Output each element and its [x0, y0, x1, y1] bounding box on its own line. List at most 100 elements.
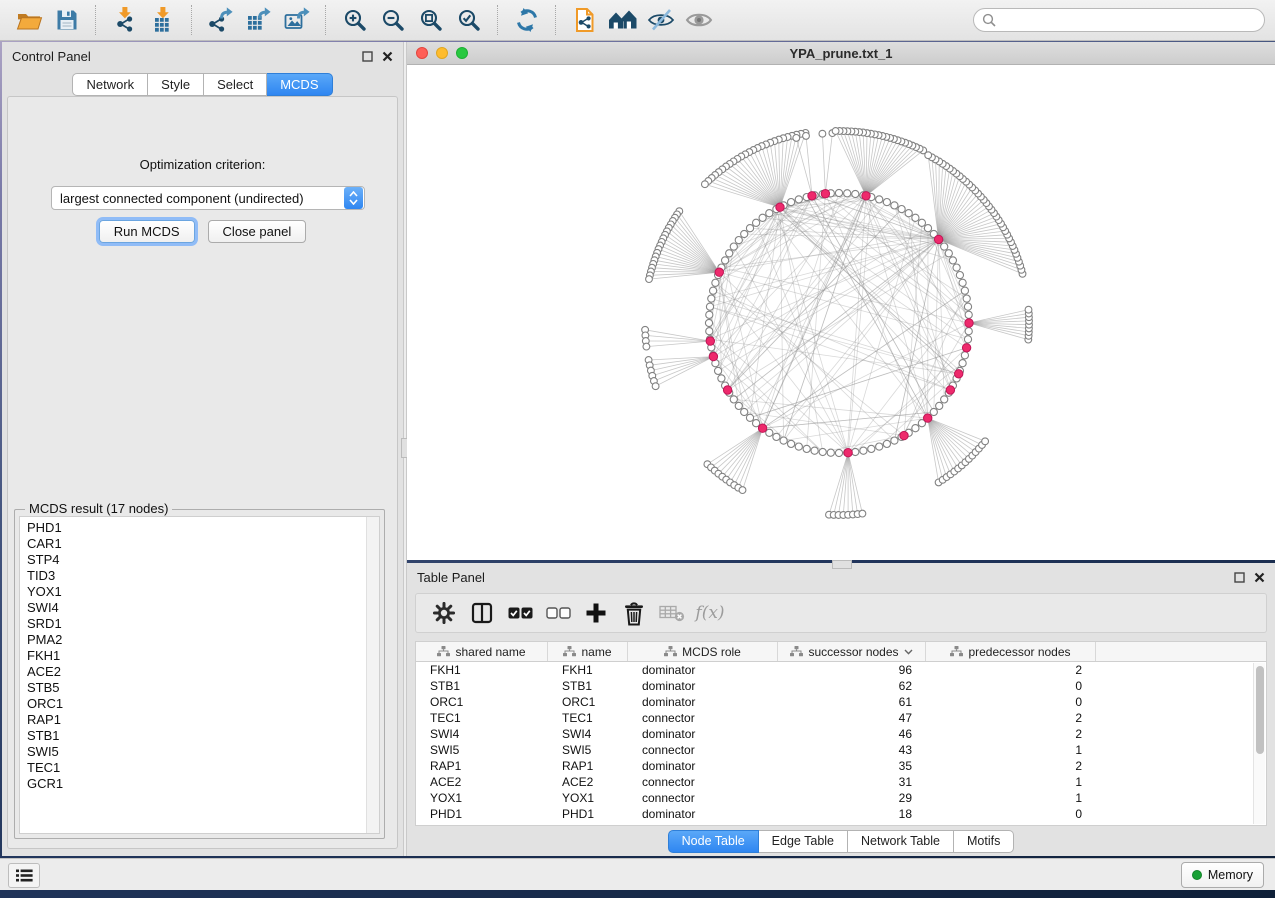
table-cell: 2 — [926, 710, 1096, 726]
table-settings-button[interactable] — [428, 598, 460, 628]
add-column-button[interactable] — [580, 598, 612, 628]
tab-mcds[interactable]: MCDS — [267, 73, 332, 96]
main-toolbar — [0, 0, 1275, 41]
column-header-name[interactable]: name — [548, 642, 628, 661]
delete-table-button[interactable] — [656, 598, 688, 628]
optimization-criterion-select[interactable]: largest connected component (undirected) — [51, 186, 365, 210]
table-cell: connector — [628, 710, 778, 726]
mcds-result-item[interactable]: FKH1 — [20, 648, 379, 664]
table-cell: 35 — [778, 758, 926, 774]
export-network-button[interactable] — [204, 4, 238, 36]
table-row[interactable]: STB1STB1dominator620 — [416, 678, 1266, 694]
network-canvas[interactable] — [407, 65, 1275, 560]
close-icon[interactable] — [379, 48, 395, 64]
table-toolbar: f(x) — [415, 593, 1267, 633]
zoom-fit-button[interactable] — [414, 4, 448, 36]
table-cell: 43 — [778, 742, 926, 758]
close-panel-button[interactable]: Close panel — [208, 220, 307, 243]
table-scrollbar[interactable] — [1253, 663, 1265, 824]
table-row[interactable]: RAP1RAP1dominator352 — [416, 758, 1266, 774]
open-button[interactable] — [12, 4, 46, 36]
export-image-button[interactable] — [280, 4, 314, 36]
function-builder-button[interactable]: f(x) — [694, 598, 726, 628]
import-network-button[interactable] — [108, 4, 142, 36]
column-header-predecessor-nodes[interactable]: predecessor nodes — [926, 642, 1096, 661]
table-row[interactable]: ORC1ORC1dominator610 — [416, 694, 1266, 710]
table-row[interactable]: SWI4SWI4dominator462 — [416, 726, 1266, 742]
export-table-button[interactable] — [242, 4, 276, 36]
tab-network-table[interactable]: Network Table — [848, 830, 954, 853]
mcds-list-scrollbar[interactable] — [366, 517, 379, 833]
mcds-result-item[interactable]: GCR1 — [20, 776, 379, 792]
tab-edge-table[interactable]: Edge Table — [759, 830, 848, 853]
tab-select[interactable]: Select — [204, 73, 267, 96]
tab-node-table[interactable]: Node Table — [668, 830, 759, 853]
search-input[interactable] — [1001, 12, 1256, 28]
ndex-document-button[interactable] — [568, 4, 602, 36]
mcds-result-item[interactable]: SWI4 — [20, 600, 379, 616]
delete-column-button[interactable] — [618, 598, 650, 628]
zoom-out-button[interactable] — [376, 4, 410, 36]
deselect-all-button[interactable] — [542, 598, 574, 628]
mcds-result-item[interactable]: ACE2 — [20, 664, 379, 680]
mcds-result-item[interactable]: SWI5 — [20, 744, 379, 760]
table-row[interactable]: FKH1FKH1dominator962 — [416, 662, 1266, 678]
mcds-result-item[interactable]: TEC1 — [20, 760, 379, 776]
mcds-result-item[interactable]: STP4 — [20, 552, 379, 568]
tab-style[interactable]: Style — [148, 73, 204, 96]
import-table-button[interactable] — [146, 4, 180, 36]
split-panel-button[interactable] — [466, 598, 498, 628]
task-history-button[interactable] — [8, 863, 40, 888]
save-button[interactable] — [50, 4, 84, 36]
table-row[interactable]: TEC1TEC1connector472 — [416, 710, 1266, 726]
search-box[interactable] — [973, 8, 1265, 32]
list-icon — [16, 869, 33, 882]
zoom-in-button[interactable] — [338, 4, 372, 36]
tab-network[interactable]: Network — [72, 73, 148, 96]
table-panel-title: Table Panel — [417, 570, 1227, 585]
mcds-result-item[interactable]: ORC1 — [20, 696, 379, 712]
mcds-result-item[interactable]: PHD1 — [20, 520, 379, 536]
column-header-successor-nodes[interactable]: successor nodes — [778, 642, 926, 661]
table-cell: 0 — [926, 678, 1096, 694]
mcds-result-item[interactable]: STB1 — [20, 728, 379, 744]
float-window-icon[interactable] — [359, 48, 375, 64]
memory-button[interactable]: Memory — [1181, 862, 1264, 888]
mcds-result-list[interactable]: PHD1CAR1STP4TID3YOX1SWI4SRD1PMA2FKH1ACE2… — [19, 516, 380, 834]
table-cell: connector — [628, 790, 778, 806]
apply-layout-button[interactable] — [510, 4, 544, 36]
close-icon[interactable] — [1251, 569, 1267, 585]
mcds-result-item[interactable]: SRD1 — [20, 616, 379, 632]
table-cell: dominator — [628, 662, 778, 678]
table-cell: TEC1 — [548, 710, 628, 726]
column-header-shared-name[interactable]: shared name — [416, 642, 548, 661]
mcds-result-item[interactable]: CAR1 — [20, 536, 379, 552]
table-cell: SWI4 — [416, 726, 548, 742]
column-header-MCDS-role[interactable]: MCDS role — [628, 642, 778, 661]
mcds-result-item[interactable]: STB5 — [20, 680, 379, 696]
table-header-row: shared namenameMCDS rolesuccessor nodesp… — [416, 642, 1266, 662]
float-window-icon[interactable] — [1231, 569, 1247, 585]
run-mcds-button[interactable]: Run MCDS — [99, 220, 195, 243]
mcds-panel: Optimization criterion: largest connecte… — [7, 96, 398, 849]
zoom-selected-button[interactable] — [452, 4, 486, 36]
ndex-home-button[interactable] — [606, 4, 640, 36]
table-row[interactable]: ACE2ACE2connector311 — [416, 774, 1266, 790]
mcds-result-item[interactable]: RAP1 — [20, 712, 379, 728]
mcds-result-item[interactable]: YOX1 — [20, 584, 379, 600]
table-cell: 1 — [926, 790, 1096, 806]
show-graphics-details-button[interactable] — [682, 4, 716, 36]
table-cell: YOX1 — [548, 790, 628, 806]
divider-handle-horizontal[interactable] — [832, 560, 852, 569]
scrollbar-thumb[interactable] — [1256, 666, 1264, 754]
hide-graphics-details-button[interactable] — [644, 4, 678, 36]
table-row[interactable]: SWI5SWI5connector431 — [416, 742, 1266, 758]
mcds-result-item[interactable]: PMA2 — [20, 632, 379, 648]
select-all-button[interactable] — [504, 598, 536, 628]
table-cell: 61 — [778, 694, 926, 710]
table-row[interactable]: YOX1YOX1connector291 — [416, 790, 1266, 806]
tab-motifs[interactable]: Motifs — [954, 830, 1014, 853]
table-row[interactable]: PHD1PHD1dominator180 — [416, 806, 1266, 822]
table-cell: FKH1 — [548, 662, 628, 678]
mcds-result-item[interactable]: TID3 — [20, 568, 379, 584]
